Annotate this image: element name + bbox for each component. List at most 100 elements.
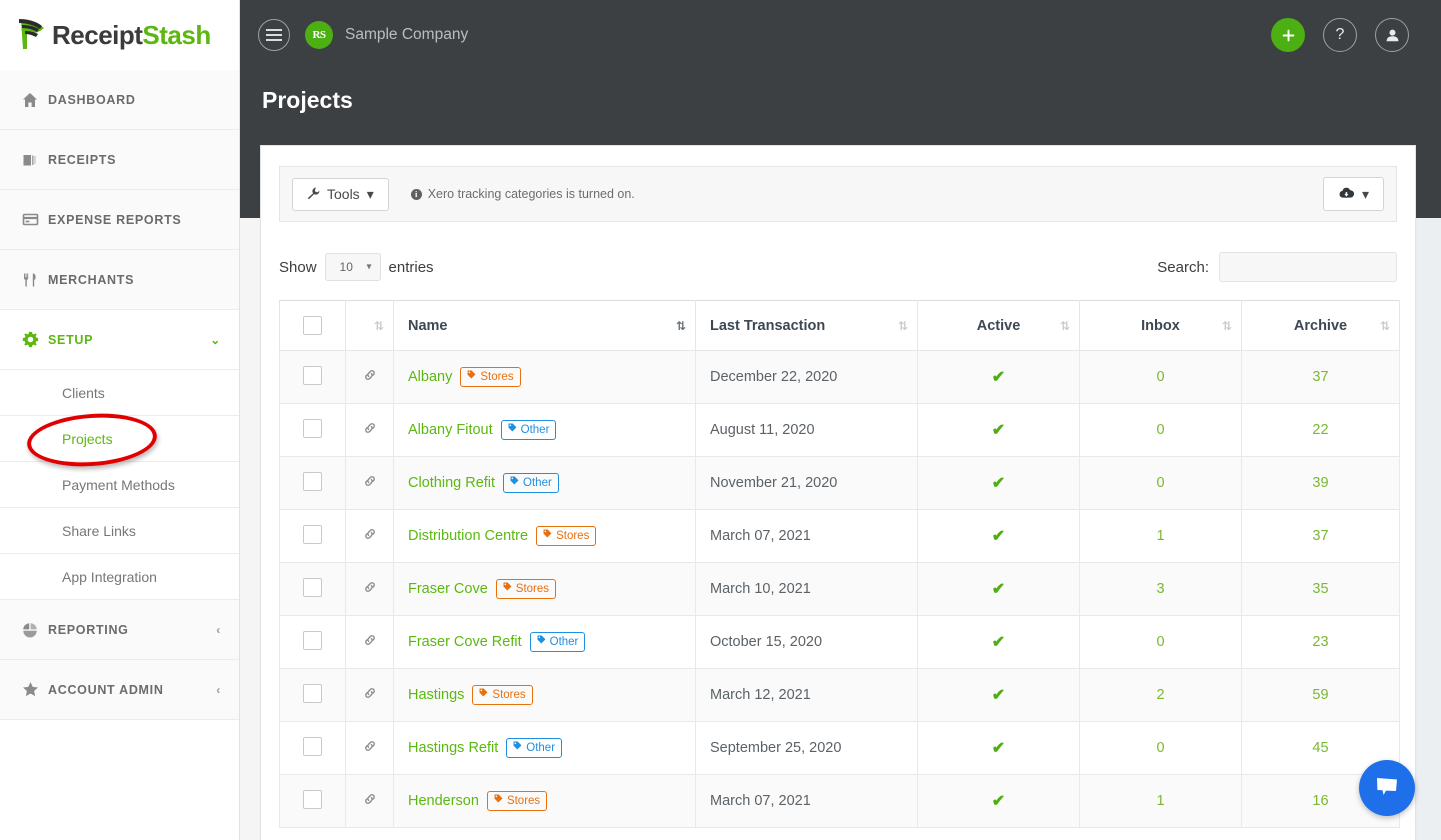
row-checkbox[interactable] [303, 471, 322, 491]
table-row[interactable]: Henderson Stores March 07, 2021 ✔ 1 16 [279, 774, 1400, 828]
chat-widget-button[interactable] [1359, 760, 1415, 816]
row-select-cell [279, 774, 346, 828]
tools-button[interactable]: Tools ▾ [292, 177, 389, 211]
row-archive-cell: 37 [1241, 509, 1400, 563]
row-name-cell: Hastings Refit Other [393, 721, 696, 775]
sidebar-item-payment-methods[interactable]: Payment Methods [0, 462, 239, 508]
archive-count-link[interactable]: 22 [1312, 422, 1328, 438]
sidebar-item-dashboard[interactable]: DASHBOARD [0, 70, 239, 130]
link-icon[interactable] [363, 370, 377, 385]
sort-icon: ⇅ [373, 318, 384, 333]
inbox-count-link[interactable]: 0 [1156, 475, 1164, 491]
column-header-name[interactable]: Name ⇅ [393, 300, 696, 351]
table-controls: Show 10 ▾ entries Search: [279, 250, 1397, 284]
inbox-count-link[interactable]: 1 [1156, 528, 1164, 544]
table-row[interactable]: Fraser Cove Stores March 10, 2021 ✔ 3 35 [279, 562, 1400, 616]
row-checkbox[interactable] [303, 736, 322, 756]
project-name-link[interactable]: Albany Fitout [408, 422, 493, 438]
add-button[interactable] [1271, 18, 1305, 52]
column-header-active[interactable]: Active ⇅ [917, 300, 1080, 351]
table-row[interactable]: Albany Stores December 22, 2020 ✔ 0 37 [279, 350, 1400, 404]
row-inbox-cell: 0 [1079, 721, 1242, 775]
row-checkbox[interactable] [303, 683, 322, 703]
archive-count-link[interactable]: 39 [1312, 475, 1328, 491]
sidebar-item-account-admin[interactable]: ACCOUNT ADMIN ‹ [0, 660, 239, 720]
account-button[interactable] [1375, 18, 1409, 52]
inbox-count-link[interactable]: 0 [1156, 740, 1164, 756]
project-name-link[interactable]: Clothing Refit [408, 475, 495, 491]
sidebar-item-reporting[interactable]: REPORTING ‹ [0, 600, 239, 660]
inbox-count-link[interactable]: 0 [1156, 422, 1164, 438]
project-name-link[interactable]: Fraser Cove [408, 581, 488, 597]
archive-count-link[interactable]: 16 [1312, 793, 1328, 809]
row-checkbox[interactable] [303, 418, 322, 438]
star-icon [22, 681, 48, 698]
project-name-link[interactable]: Fraser Cove Refit [408, 634, 522, 650]
link-icon[interactable] [363, 423, 377, 438]
row-active-cell: ✔ [917, 774, 1080, 828]
row-checkbox[interactable] [303, 789, 322, 809]
column-header-label: Last Transaction [710, 317, 826, 334]
entries-length-select[interactable]: 10 [324, 253, 381, 281]
row-checkbox[interactable] [303, 630, 322, 650]
brand-word-stash: Stash [142, 19, 211, 50]
archive-count-link[interactable]: 35 [1312, 581, 1328, 597]
sidebar-item-receipts[interactable]: RECEIPTS [0, 130, 239, 190]
table-row[interactable]: Distribution Centre Stores March 07, 2021 ✔… [279, 509, 1400, 563]
row-checkbox[interactable] [303, 524, 322, 544]
table-row[interactable]: Albany Fitout Other August 11, 2020 ✔ 0 22 [279, 403, 1400, 457]
archive-count-link[interactable]: 59 [1312, 687, 1328, 703]
link-icon[interactable] [363, 529, 377, 544]
project-name-link[interactable]: Albany [408, 369, 452, 385]
inbox-count-link[interactable]: 0 [1156, 369, 1164, 385]
link-icon[interactable] [363, 635, 377, 650]
table-row[interactable]: Hastings Stores March 12, 2021 ✔ 2 59 [279, 668, 1400, 722]
sort-icon-active: ⇅ [675, 318, 686, 333]
sidebar-item-clients[interactable]: Clients [0, 370, 239, 416]
export-button[interactable]: ▾ [1322, 177, 1384, 211]
project-name-link[interactable]: Hastings Refit [408, 740, 498, 756]
brand-logo[interactable]: ReceiptStash [0, 0, 239, 70]
link-icon[interactable] [363, 741, 377, 756]
sidebar-item-expense-reports[interactable]: EXPENSE REPORTS [0, 190, 239, 250]
column-header-link[interactable]: ⇅ [345, 300, 394, 351]
archive-count-link[interactable]: 37 [1312, 369, 1328, 385]
row-checkbox[interactable] [303, 577, 322, 597]
project-name-link[interactable]: Distribution Centre [408, 528, 528, 544]
project-name-link[interactable]: Henderson [408, 793, 479, 809]
sidebar-item-merchants[interactable]: MERCHANTS [0, 250, 239, 310]
row-last-transaction-cell: November 21, 2020 [695, 456, 918, 510]
tag-icon [513, 741, 522, 755]
archive-count-link[interactable]: 37 [1312, 528, 1328, 544]
table-row[interactable]: Clothing Refit Other November 21, 2020 ✔ 0 39 [279, 456, 1400, 510]
archive-count-link[interactable]: 45 [1312, 740, 1328, 756]
inbox-count-link[interactable]: 3 [1156, 581, 1164, 597]
row-checkbox[interactable] [303, 365, 322, 385]
column-header-inbox[interactable]: Inbox ⇅ [1079, 300, 1242, 351]
table-row[interactable]: Hastings Refit Other September 25, 2020 ✔ 0 4… [279, 721, 1400, 775]
sidebar-item-app-integration[interactable]: App Integration [0, 554, 239, 600]
link-icon[interactable] [363, 794, 377, 809]
help-button[interactable]: ? [1323, 18, 1357, 52]
archive-count-link[interactable]: 23 [1312, 634, 1328, 650]
company-initials: RS [312, 29, 326, 41]
hamburger-icon[interactable] [258, 19, 290, 51]
company-name[interactable]: Sample Company [345, 26, 468, 44]
link-icon[interactable] [363, 582, 377, 597]
link-icon[interactable] [363, 688, 377, 703]
column-header-last-transaction[interactable]: Last Transaction ⇅ [695, 300, 918, 351]
sidebar-item-projects[interactable]: Projects [0, 416, 239, 462]
search-input[interactable] [1219, 252, 1397, 282]
inbox-count-link[interactable]: 0 [1156, 634, 1164, 650]
tracking-note-text: Xero tracking categories is turned on. [427, 187, 635, 201]
select-all-checkbox[interactable] [303, 316, 322, 335]
inbox-count-link[interactable]: 2 [1156, 687, 1164, 703]
sidebar-item-setup[interactable]: SETUP ⌄ [0, 310, 239, 370]
inbox-count-link[interactable]: 1 [1156, 793, 1164, 809]
table-row[interactable]: Fraser Cove Refit Other October 15, 2020 ✔ 0… [279, 615, 1400, 669]
column-header-archive[interactable]: Archive ⇅ [1241, 300, 1400, 351]
column-header-select-all[interactable] [279, 300, 346, 351]
project-name-link[interactable]: Hastings [408, 687, 464, 703]
link-icon[interactable] [363, 476, 377, 491]
sidebar-item-share-links[interactable]: Share Links [0, 508, 239, 554]
